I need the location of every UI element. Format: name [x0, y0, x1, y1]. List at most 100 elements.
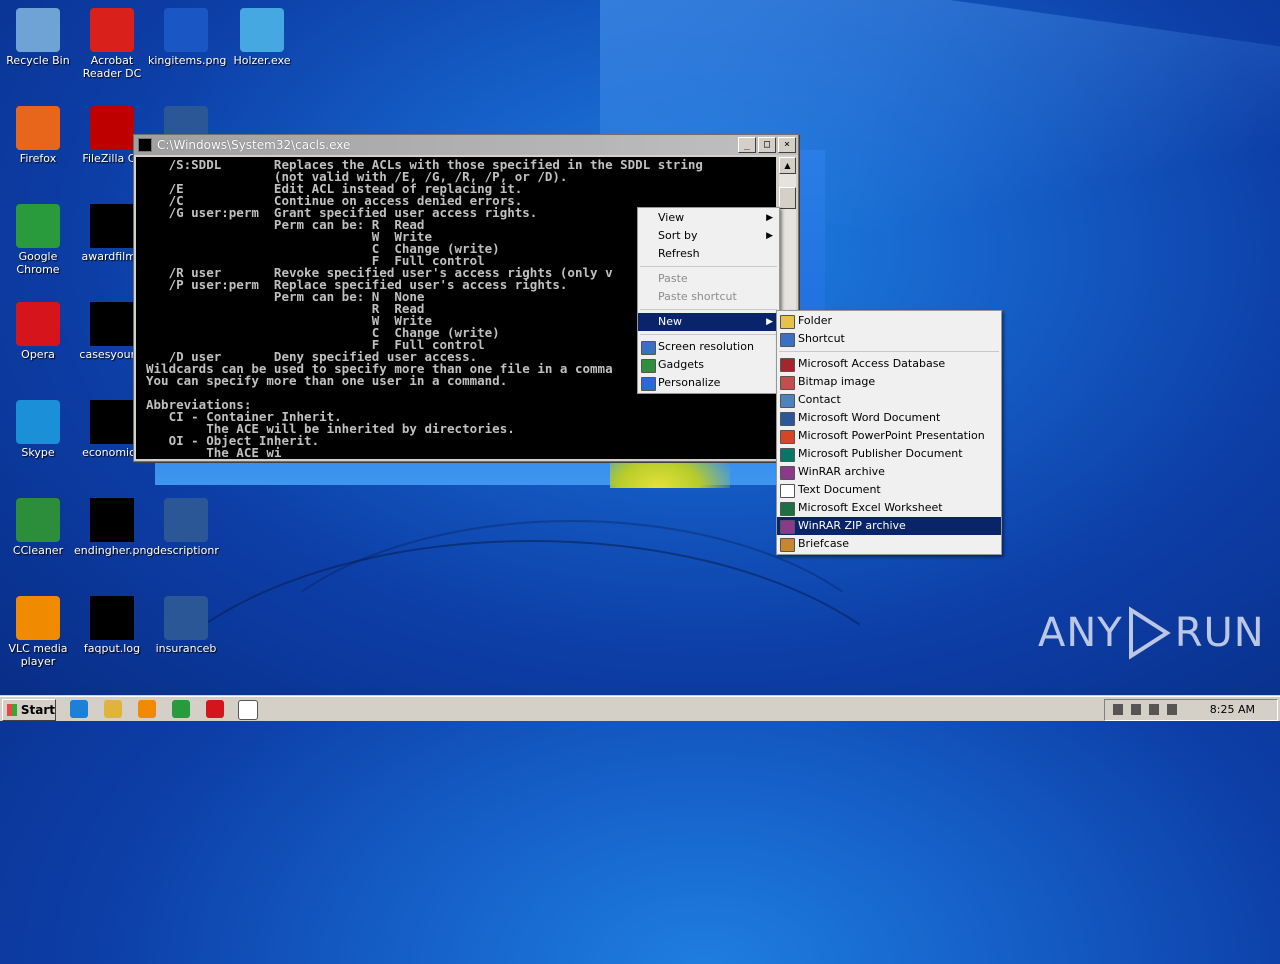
menu-separator — [640, 309, 777, 310]
new-microsoft-access-database[interactable]: Microsoft Access Database — [777, 355, 1001, 373]
briefcase-icon — [780, 538, 795, 552]
menu-item-label: Gadgets — [658, 358, 705, 371]
menu-item-new[interactable]: New ▶ — [638, 313, 779, 331]
publisher-icon — [780, 448, 795, 462]
new-winrar-archive[interactable]: WinRAR archive — [777, 463, 1001, 481]
desktop-icon[interactable]: faqput.log — [74, 596, 150, 655]
scroll-up-arrow-icon[interactable]: ▲ — [779, 157, 796, 174]
desktop-icon-label: Google Chrome — [16, 250, 60, 276]
menu-item-paste-shortcut[interactable]: Paste shortcut — [638, 288, 779, 306]
menu-item-label: New — [658, 315, 682, 328]
tray-network-icon[interactable] — [1113, 704, 1123, 715]
new-shortcut[interactable]: Shortcut — [777, 330, 1001, 348]
desktop-icon[interactable]: insuranceb — [148, 596, 224, 655]
new-bitmap-image[interactable]: Bitmap image — [777, 373, 1001, 391]
menu-item-personalize[interactable]: Personalize — [638, 374, 779, 392]
tray-volume-icon[interactable] — [1149, 704, 1159, 715]
clock[interactable]: 8:25 AM — [1210, 703, 1255, 716]
menu-separator — [640, 266, 777, 267]
start-label: Start — [20, 703, 55, 717]
submenu-item-label: Shortcut — [798, 332, 845, 345]
chrome-icon — [16, 204, 60, 248]
console-icon[interactable] — [238, 700, 258, 720]
desktop-icon[interactable]: VLC media player — [0, 596, 76, 668]
hidden-file-icon — [90, 400, 134, 444]
media-player-icon[interactable] — [138, 700, 156, 718]
desktop-icon-label: Recycle Bin — [6, 54, 70, 67]
new-briefcase[interactable]: Briefcase — [777, 535, 1001, 553]
tray-security-icon[interactable] — [1167, 704, 1177, 715]
new-microsoft-powerpoint-presentation[interactable]: Microsoft PowerPoint Presentation — [777, 427, 1001, 445]
explorer-icon[interactable] — [104, 700, 122, 718]
menu-item-gadgets[interactable]: Gadgets — [638, 356, 779, 374]
opera-icon — [16, 302, 60, 346]
desktop-icon[interactable]: Firefox — [0, 106, 76, 165]
desktop-icon[interactable]: Holzer.exe — [224, 8, 300, 67]
new-microsoft-publisher-document[interactable]: Microsoft Publisher Document — [777, 445, 1001, 463]
submenu-arrow-icon: ▶ — [766, 213, 773, 223]
desktop-icon-label: insuranceb — [155, 642, 217, 655]
desktop-icon[interactable]: Google Chrome — [0, 204, 76, 276]
console-titlebar[interactable]: C:\Windows\System32\cacls.exe _ □ × — [134, 135, 798, 155]
chrome-icon[interactable] — [172, 700, 190, 718]
submenu-item-label: Microsoft Access Database — [798, 357, 946, 370]
winrar-icon — [780, 466, 795, 480]
ccleaner-icon — [16, 498, 60, 542]
submenu-item-label: WinRAR archive — [798, 465, 885, 478]
menu-item-refresh[interactable]: Refresh — [638, 245, 779, 263]
menu-item-paste[interactable]: Paste — [638, 270, 779, 288]
personalize-icon — [641, 377, 656, 391]
desktop-icon-label: endingher.png — [74, 544, 154, 557]
console-title: C:\Windows\System32\cacls.exe — [157, 138, 351, 152]
desktop-icon[interactable]: kingitems.png — [148, 8, 227, 67]
console-icon — [138, 138, 152, 152]
desktop-icon[interactable]: CCleaner — [0, 498, 76, 557]
opera-icon[interactable] — [206, 700, 224, 718]
tray-flag-icon[interactable] — [1131, 704, 1141, 715]
menu-separator — [779, 351, 999, 352]
maximize-button[interactable]: □ — [758, 137, 776, 153]
word-document-icon — [164, 596, 208, 640]
new-contact[interactable]: Contact — [777, 391, 1001, 409]
menu-item-label: View — [658, 211, 685, 224]
desktop-icon-label: VLC media player — [8, 642, 68, 668]
desktop-icon-label: kingitems.png — [148, 54, 227, 67]
desktop-icon[interactable]: endingher.png — [74, 498, 154, 557]
access-icon — [780, 358, 795, 372]
recycle-bin-icon — [16, 8, 60, 52]
new-text-document[interactable]: Text Document — [777, 481, 1001, 499]
menu-item-view[interactable]: View ▶ — [638, 209, 779, 227]
desktop-icon[interactable]: Recycle Bin — [0, 8, 76, 67]
desktop-context-menu: View ▶ Sort by ▶ Refresh Paste Paste shortcut N… — [637, 207, 780, 394]
desktop-icon-label: descriptionr — [153, 544, 219, 557]
new-microsoft-word-document[interactable]: Microsoft Word Document — [777, 409, 1001, 427]
desktop-icon[interactable]: descriptionr — [148, 498, 224, 557]
bitmap-icon — [780, 376, 795, 390]
submenu-arrow-icon: ▶ — [766, 317, 773, 327]
desktop-icon[interactable]: Acrobat Reader DC — [74, 8, 150, 80]
desktop-icon[interactable]: Skype — [0, 400, 76, 459]
submenu-item-label: Microsoft Word Document — [798, 411, 941, 424]
minimize-button[interactable]: _ — [738, 137, 756, 153]
taskbar: Start 8:25 AM — [0, 696, 1280, 721]
powerpoint-icon — [780, 430, 795, 444]
start-button[interactable]: Start — [2, 699, 56, 721]
menu-item-label: Paste — [658, 272, 688, 285]
menu-item-sort-by[interactable]: Sort by ▶ — [638, 227, 779, 245]
vlc-icon — [16, 596, 60, 640]
scroll-thumb[interactable] — [779, 187, 796, 209]
close-button[interactable]: × — [778, 137, 796, 153]
hidden-file-icon — [90, 596, 134, 640]
new-submenu: Folder Shortcut Microsoft Access Database B… — [776, 310, 1002, 555]
new-folder[interactable]: Folder — [777, 312, 1001, 330]
desktop-icon[interactable]: Opera — [0, 302, 76, 361]
new-microsoft-excel-worksheet[interactable]: Microsoft Excel Worksheet — [777, 499, 1001, 517]
menu-item-screen-resolution[interactable]: Screen resolution — [638, 338, 779, 356]
system-tray: 8:25 AM — [1104, 699, 1278, 721]
word-icon — [780, 412, 795, 426]
new-winrar-zip-archive[interactable]: WinRAR ZIP archive — [777, 517, 1001, 535]
hidden-file-icon — [90, 204, 134, 248]
filezilla-icon — [90, 106, 134, 150]
ie-icon[interactable] — [70, 700, 88, 718]
submenu-item-label: Folder — [798, 314, 832, 327]
